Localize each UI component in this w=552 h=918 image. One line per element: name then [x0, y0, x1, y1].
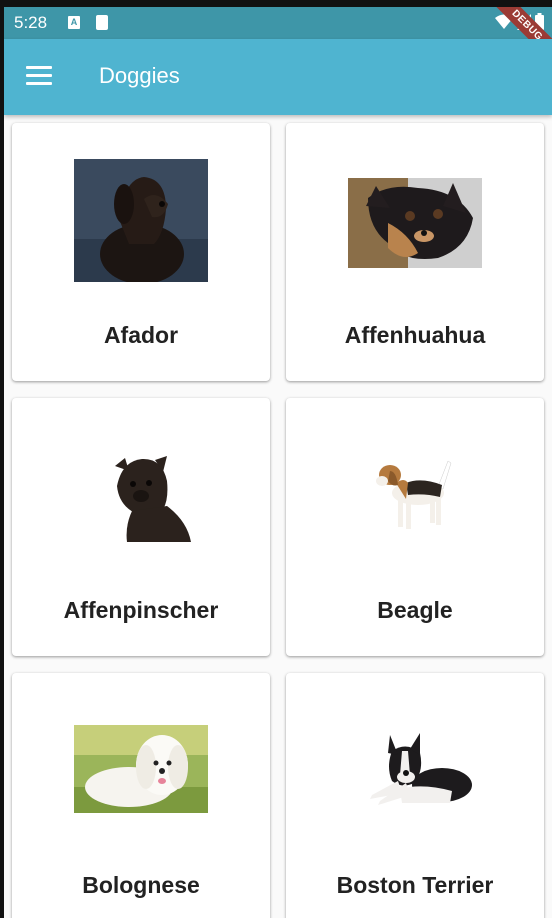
- notification-a-letter: A: [70, 17, 78, 27]
- breed-card-afador[interactable]: Afador: [12, 123, 270, 381]
- breed-name: Affenhuahua: [344, 322, 486, 348]
- breed-name: Boston Terrier: [336, 872, 494, 898]
- breed-name: Beagle: [377, 597, 453, 623]
- menu-icon[interactable]: [26, 66, 52, 88]
- breed-card-beagle[interactable]: Beagle: [286, 398, 544, 656]
- affenhuahua-photo: [348, 178, 482, 268]
- app-bar: Doggies: [4, 39, 552, 115]
- breed-card-affenpinscher[interactable]: Affenpinscher: [12, 398, 270, 656]
- breed-name: Afador: [103, 322, 179, 348]
- breed-card-affenhuahua[interactable]: Affenhuahua: [286, 123, 544, 381]
- sd-card-icon: [96, 15, 108, 30]
- breed-card-bolognese[interactable]: Bolognese: [12, 673, 270, 918]
- breed-grid: Afador Affenhuahua Affenpinscher Beagle …: [4, 115, 552, 918]
- status-time: 5:28: [14, 13, 48, 32]
- status-bar: 5:28 A DEBUG: [4, 7, 552, 71]
- notification-a-icon: A: [68, 16, 80, 29]
- breed-card-boston-terrier[interactable]: Boston Terrier: [286, 673, 544, 918]
- beagle-photo: [376, 459, 454, 535]
- breed-name: Affenpinscher: [63, 597, 219, 623]
- bolognese-photo: [74, 725, 208, 813]
- app-title: Doggies: [99, 63, 180, 88]
- boston-terrier-photo: [362, 731, 472, 813]
- afador-photo: [74, 159, 208, 282]
- breed-name: Bolognese: [82, 872, 200, 898]
- affenpinscher-photo: [107, 456, 193, 544]
- phone-screen: 5:28 A DEBUG Doggies Afador Affenhuahua …: [4, 7, 552, 918]
